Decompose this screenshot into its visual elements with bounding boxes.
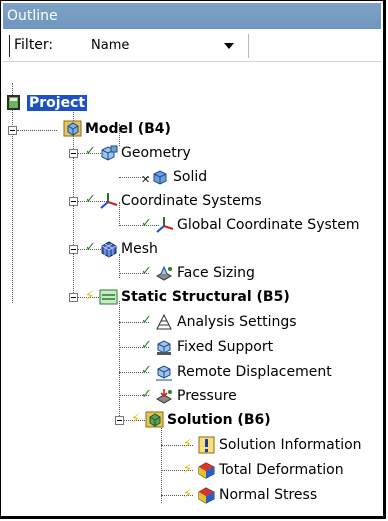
face-sizing-icon bbox=[155, 264, 173, 282]
total-deformation-label: Total Deformation bbox=[219, 462, 344, 478]
tree-line bbox=[12, 83, 13, 303]
remote-displacement-icon bbox=[155, 363, 173, 381]
analysis-settings-icon bbox=[155, 313, 173, 331]
solution-information-label: Solution Information bbox=[219, 437, 362, 453]
tree-node-face-sizing[interactable]: ✓ Face Sizing bbox=[141, 262, 255, 284]
toolbar-grip bbox=[9, 35, 10, 57]
panel-title: Outline bbox=[3, 3, 381, 29]
collapse-model-toggle[interactable] bbox=[8, 126, 17, 135]
tree-node-solution[interactable]: ⚡ Solution (B6) bbox=[131, 409, 271, 431]
fixed-support-icon bbox=[155, 338, 173, 356]
coordinate-axes-icon bbox=[99, 192, 118, 210]
filter-dropdown-value: Name bbox=[91, 38, 130, 53]
model-icon bbox=[63, 120, 82, 138]
tree-node-fixed-support[interactable]: ✓ Fixed Support bbox=[141, 336, 273, 358]
suppressed-x-icon: ✕ bbox=[141, 173, 151, 186]
check-icon: ✓ bbox=[141, 387, 152, 402]
outline-tree: Project Model (B4) ✓ Geometry ✕ Solid ✓ bbox=[1, 61, 383, 516]
geometry-label: Geometry bbox=[121, 145, 191, 161]
model-label: Model (B4) bbox=[85, 121, 171, 137]
filter-label: Filter: bbox=[14, 37, 54, 53]
lightning-bolt-icon: ⚡ bbox=[183, 462, 193, 477]
check-icon: ✓ bbox=[141, 313, 152, 328]
tree-node-total-deformation[interactable]: ⚡ Total Deformation bbox=[183, 459, 344, 481]
filter-divider bbox=[248, 34, 249, 58]
solid-body-icon bbox=[151, 168, 169, 186]
tree-line bbox=[17, 130, 57, 131]
check-icon: ✓ bbox=[141, 338, 152, 353]
check-icon: ✓ bbox=[85, 240, 96, 255]
analysis-settings-label: Analysis Settings bbox=[177, 314, 297, 330]
tree-line bbox=[119, 301, 120, 424]
tree-node-remote-displacement[interactable]: ✓ Remote Displacement bbox=[141, 361, 332, 383]
tree-node-analysis-settings[interactable]: ✓ Analysis Settings bbox=[141, 311, 297, 333]
check-icon: ✓ bbox=[141, 264, 152, 279]
tree-line bbox=[161, 428, 162, 503]
tree-node-mesh[interactable]: ✓ Mesh bbox=[85, 238, 158, 260]
tree-node-pressure[interactable]: ✓ Pressure bbox=[141, 385, 237, 407]
project-icon bbox=[5, 94, 23, 112]
tree-node-model[interactable]: Model (B4) bbox=[63, 118, 171, 140]
chevron-down-icon[interactable] bbox=[224, 43, 234, 49]
mesh-label: Mesh bbox=[121, 241, 158, 257]
geometry-icon bbox=[99, 144, 118, 162]
normal-stress-label: Normal Stress bbox=[219, 487, 318, 503]
remote-displacement-label: Remote Displacement bbox=[177, 364, 332, 380]
pressure-label: Pressure bbox=[177, 388, 237, 404]
solution-label: Solution (B6) bbox=[167, 412, 271, 428]
outline-panel: Outline Filter: Name Project Model (B4) … bbox=[0, 0, 386, 519]
face-sizing-label: Face Sizing bbox=[177, 265, 255, 281]
static-structural-label: Static Structural (B5) bbox=[121, 289, 290, 305]
tree-node-solid[interactable]: ✕ Solid bbox=[141, 166, 207, 188]
result-contour-icon bbox=[197, 486, 215, 504]
check-icon: ✓ bbox=[85, 192, 96, 207]
pressure-icon bbox=[155, 387, 173, 405]
result-contour-icon bbox=[197, 461, 215, 479]
lightning-bolt-icon: ⚡ bbox=[183, 437, 193, 452]
coordinate-systems-label: Coordinate Systems bbox=[121, 193, 262, 209]
lightning-bolt-icon: ⚡ bbox=[85, 289, 95, 304]
project-label: Project bbox=[27, 95, 88, 111]
mesh-icon bbox=[99, 240, 117, 258]
lightning-bolt-icon: ⚡ bbox=[183, 487, 193, 502]
filter-bar: Filter: Name bbox=[3, 31, 381, 62]
lightning-bolt-icon: ⚡ bbox=[131, 412, 141, 427]
coordinate-axes-icon bbox=[155, 216, 174, 234]
check-icon: ✓ bbox=[141, 216, 152, 231]
solution-icon bbox=[145, 411, 164, 429]
collapse-mesh-toggle[interactable] bbox=[69, 245, 78, 254]
global-coordinate-system-label: Global Coordinate System bbox=[177, 217, 360, 233]
filter-dropdown[interactable]: Name bbox=[83, 36, 243, 56]
fixed-support-label: Fixed Support bbox=[177, 339, 274, 355]
check-icon: ✓ bbox=[85, 144, 96, 159]
tree-node-normal-stress[interactable]: ⚡ Normal Stress bbox=[183, 484, 317, 506]
collapse-solution-toggle[interactable] bbox=[115, 416, 124, 425]
collapse-geometry-toggle[interactable] bbox=[69, 149, 78, 158]
tree-node-geometry[interactable]: ✓ Geometry bbox=[85, 142, 191, 164]
tree-node-static-structural[interactable]: ⚡ Static Structural (B5) bbox=[85, 286, 290, 308]
tree-node-coordinate-systems[interactable]: ✓ Coordinate Systems bbox=[85, 190, 262, 212]
solution-information-icon bbox=[197, 436, 215, 454]
collapse-coordinate-systems-toggle[interactable] bbox=[69, 197, 78, 206]
tree-node-project[interactable]: Project bbox=[5, 92, 88, 114]
solid-label: Solid bbox=[173, 169, 208, 185]
check-icon: ✓ bbox=[141, 363, 152, 378]
tree-node-global-coordinate-system[interactable]: ✓ Global Coordinate System bbox=[141, 214, 360, 236]
static-structural-icon bbox=[99, 288, 118, 306]
collapse-static-structural-toggle[interactable] bbox=[69, 293, 78, 302]
tree-node-solution-information[interactable]: ⚡ Solution Information bbox=[183, 434, 362, 456]
